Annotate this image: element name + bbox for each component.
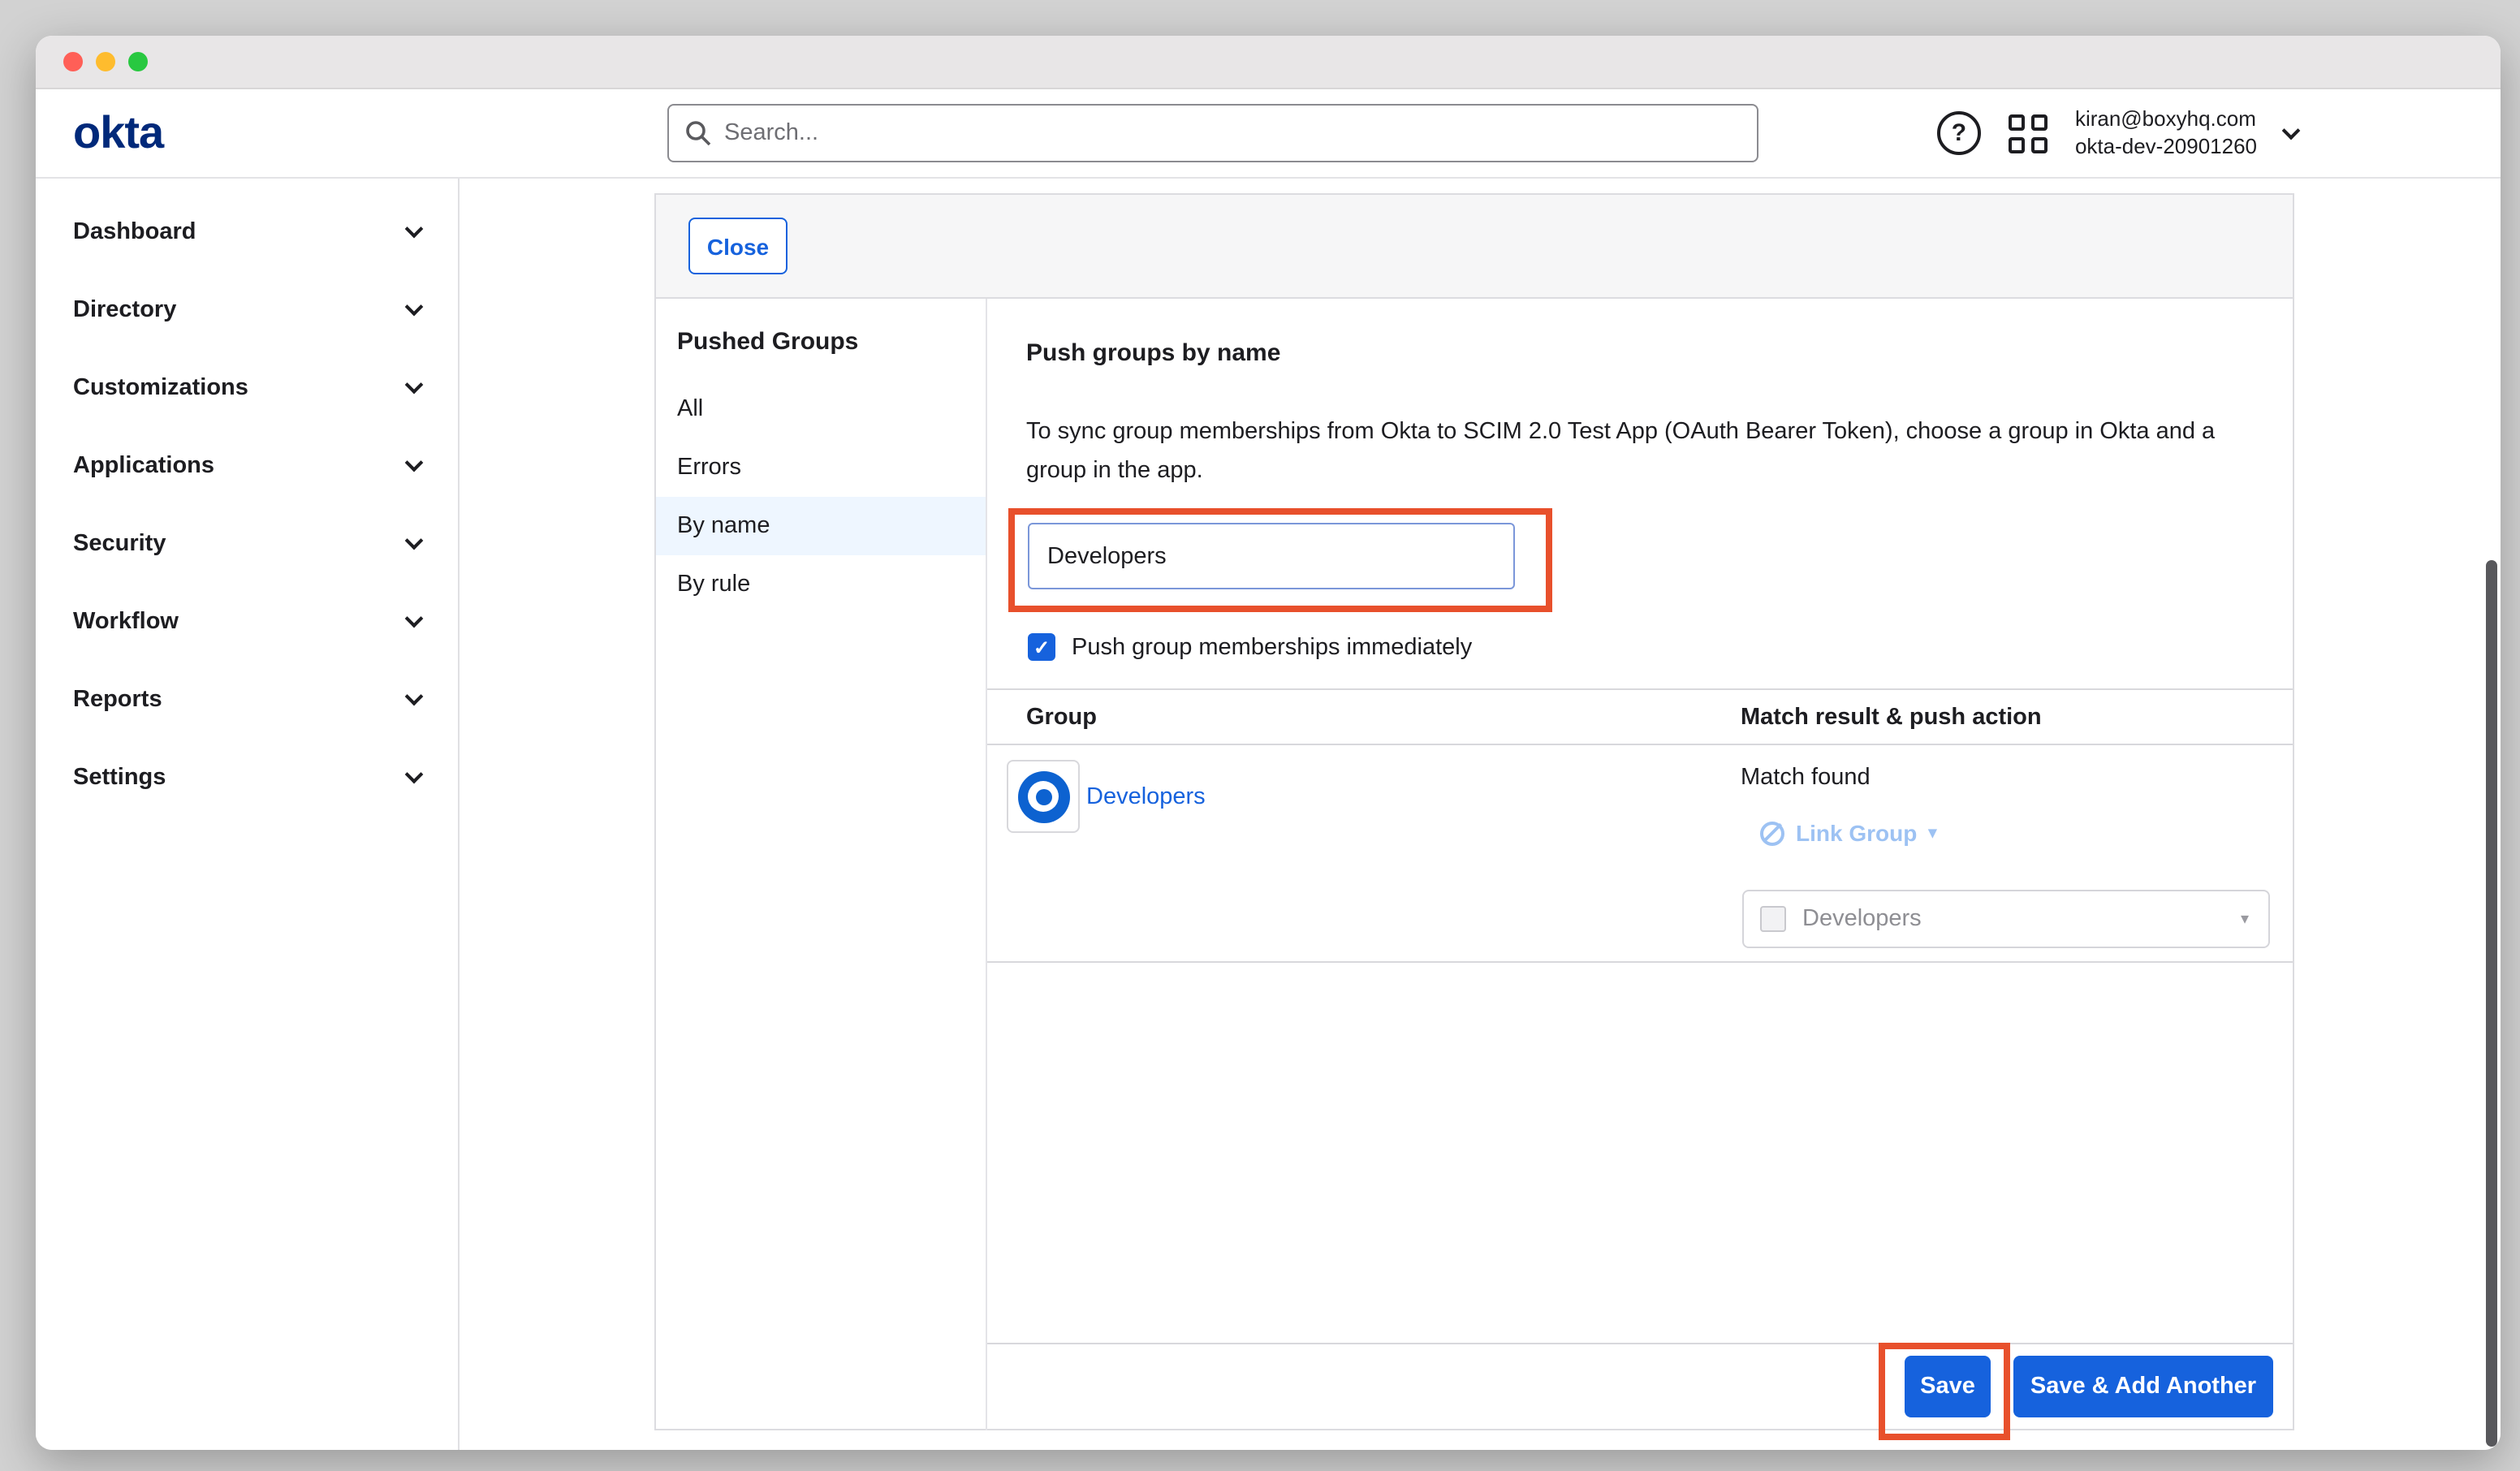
sidebar-item-reports[interactable]: Reports	[36, 661, 458, 739]
subnav-title: Pushed Groups	[656, 328, 986, 356]
okta-logo: okta	[73, 107, 163, 159]
chevron-down-icon	[405, 376, 424, 395]
table-header: Group Match result & push action	[987, 688, 2293, 745]
app-window: okta ? kiran@boxyhq.com okta-de	[36, 36, 2501, 1450]
chevron-down-icon	[405, 298, 424, 317]
chevron-down-icon	[405, 766, 424, 784]
header-right-cluster: ? kiran@boxyhq.com okta-dev-20901260	[1937, 106, 2298, 160]
window-titlebar	[36, 36, 2501, 89]
subnav-item-by-rule[interactable]: By rule	[656, 555, 986, 614]
save-add-another-button[interactable]: Save & Add Another	[2013, 1356, 2273, 1417]
push-immediately-row: ✓ Push group memberships immediately	[1028, 633, 1472, 661]
app-header: okta ? kiran@boxyhq.com okta-de	[36, 89, 2501, 179]
link-group-dropdown[interactable]: Link Group ▾	[1760, 820, 1936, 846]
search-input[interactable]	[724, 120, 1741, 146]
group-placeholder-icon	[1760, 906, 1786, 932]
sidebar-item-workflow[interactable]: Workflow	[36, 583, 458, 661]
push-immediately-label: Push group memberships immediately	[1072, 634, 1472, 660]
vertical-scrollbar[interactable]	[2486, 560, 2497, 1447]
row-divider	[987, 961, 2293, 963]
zoom-window-button[interactable]	[128, 52, 148, 71]
panel-toolbar: Close	[656, 195, 2293, 299]
content-title: Push groups by name	[1026, 339, 1280, 367]
column-header-match-result: Match result & push action	[1741, 704, 2042, 730]
column-header-group: Group	[987, 704, 1741, 730]
content-description: To sync group memberships from Okta to S…	[1026, 412, 2244, 490]
subnav-item-all[interactable]: All	[656, 380, 986, 438]
link-group-icon	[1760, 821, 1784, 845]
match-result-text: Match found	[1741, 765, 1871, 791]
sidebar-item-settings[interactable]: Settings	[36, 739, 458, 817]
target-group-value: Developers	[1802, 906, 2224, 932]
group-name-input[interactable]	[1028, 523, 1515, 589]
footer-divider	[987, 1343, 2293, 1344]
push-immediately-checkbox[interactable]: ✓	[1028, 633, 1055, 661]
push-groups-panel: Close Pushed Groups All Errors By name B…	[654, 193, 2294, 1430]
pushed-groups-subnav: Pushed Groups All Errors By name By rule	[656, 299, 987, 1430]
caret-down-icon: ▾	[1928, 824, 1936, 842]
sidebar-item-customizations[interactable]: Customizations	[36, 349, 458, 427]
chevron-down-icon	[405, 610, 424, 628]
subnav-item-by-name[interactable]: By name	[656, 497, 986, 555]
target-group-select[interactable]: Developers ▾	[1742, 890, 2270, 948]
user-menu-chevron-down-icon[interactable]	[2282, 121, 2301, 140]
chevron-down-icon	[405, 532, 424, 550]
main-content-area: Close Pushed Groups All Errors By name B…	[460, 179, 2501, 1450]
close-window-button[interactable]	[63, 52, 83, 71]
search-icon	[685, 120, 711, 146]
chevron-down-icon	[405, 220, 424, 239]
apps-grid-icon[interactable]	[2009, 114, 2048, 153]
subnav-item-errors[interactable]: Errors	[656, 438, 986, 497]
help-icon[interactable]: ?	[1937, 111, 1981, 155]
save-button[interactable]: Save	[1905, 1356, 1991, 1417]
push-by-name-content: Push groups by name To sync group member…	[987, 299, 2293, 1430]
group-name-link[interactable]: Developers	[1086, 784, 1206, 810]
sidebar-nav: Dashboard Directory Customizations Appli…	[36, 179, 460, 1450]
chevron-down-icon	[405, 688, 424, 706]
caret-down-icon: ▾	[2241, 910, 2249, 928]
user-account-info[interactable]: kiran@boxyhq.com okta-dev-20901260	[2075, 106, 2257, 160]
sidebar-item-dashboard[interactable]: Dashboard	[36, 193, 458, 271]
sidebar-item-applications[interactable]: Applications	[36, 427, 458, 505]
minimize-window-button[interactable]	[96, 52, 115, 71]
user-email: kiran@boxyhq.com	[2075, 106, 2257, 133]
sidebar-item-security[interactable]: Security	[36, 505, 458, 583]
global-search[interactable]	[667, 104, 1758, 162]
user-org: okta-dev-20901260	[2075, 133, 2257, 160]
checkmark-icon: ✓	[1033, 636, 1050, 658]
chevron-down-icon	[405, 454, 424, 472]
group-icon	[1007, 760, 1080, 833]
sidebar-item-directory[interactable]: Directory	[36, 271, 458, 349]
close-button[interactable]: Close	[688, 218, 788, 274]
link-group-label: Link Group	[1796, 820, 1917, 846]
